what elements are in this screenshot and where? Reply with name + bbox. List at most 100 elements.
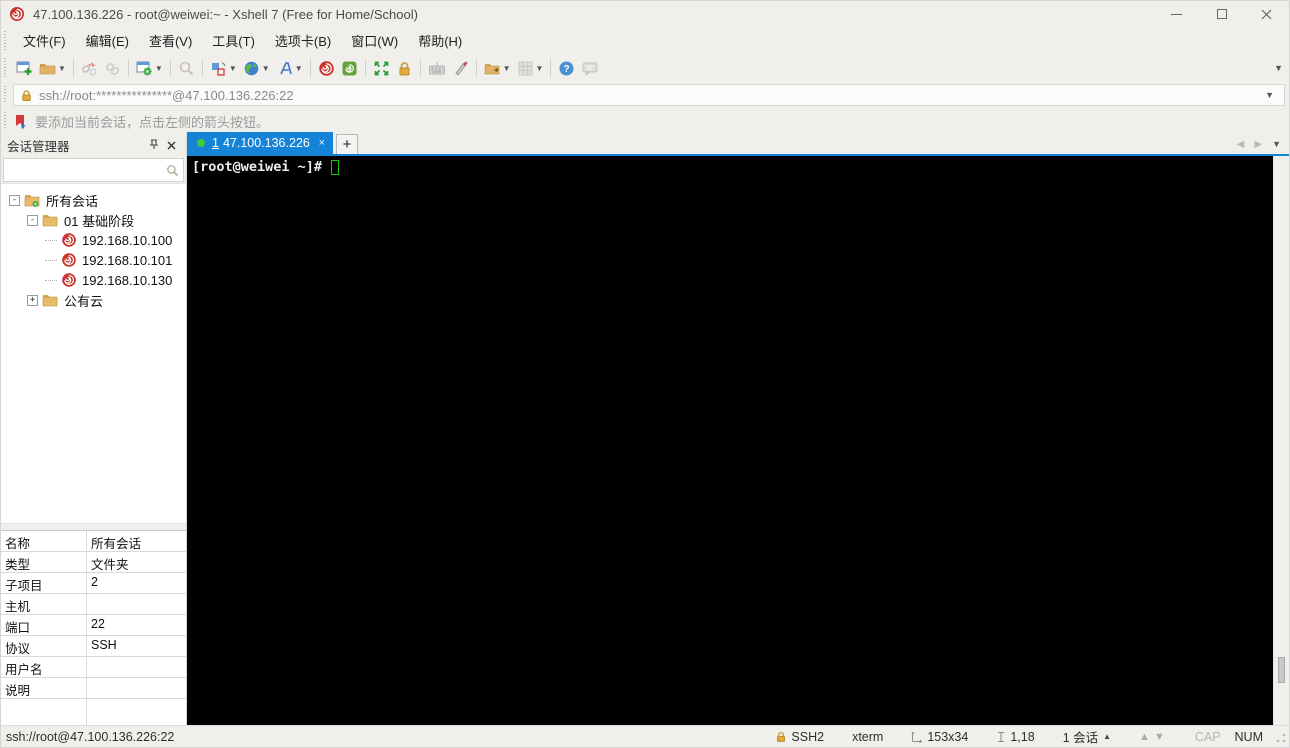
virtual-keyboard-button[interactable] [425,57,449,80]
layout-dropdown-arrow[interactable]: ▼ [229,64,237,73]
tab-list-dropdown-arrow[interactable]: ▼ [1272,139,1281,149]
terminal-screen[interactable]: [root@weiwei ~]# [187,156,1273,725]
menu-view[interactable]: 查看(V) [139,27,202,54]
new-tab-button[interactable]: + [336,134,358,154]
grid-dropdown-arrow[interactable]: ▼ [536,64,544,73]
font-button[interactable]: ▼ [273,57,306,80]
address-field[interactable]: ssh://root:***************@47.100.136.22… [13,84,1285,106]
address-dropdown-arrow[interactable]: ▼ [1261,90,1278,100]
properties-button[interactable]: ▼ [133,57,166,80]
xshell-logo-icon [10,7,24,21]
toolbar-overflow-arrow[interactable]: ▼ [1274,63,1283,73]
tree-node-label[interactable]: 01 基础阶段 [64,211,134,230]
fullscreen-button[interactable] [370,57,393,80]
collapse-icon[interactable]: - [27,214,38,226]
encoding-button[interactable]: ▼ [240,57,273,80]
new-folder-dropdown-arrow[interactable]: ▼ [503,64,511,73]
find-button[interactable] [175,57,198,80]
close-panel-button[interactable] [163,139,180,153]
menubar-grip[interactable] [4,31,9,50]
tree-node-label[interactable]: 192.168.10.130 [82,273,172,288]
menu-window[interactable]: 窗口(W) [341,27,408,54]
tree-node-label[interactable]: 192.168.10.101 [82,253,172,268]
scroll-up-icon[interactable]: ▲ [1139,731,1154,743]
tree-node-session-100[interactable]: 192.168.10.100 [1,230,186,250]
toolbar-grip[interactable] [4,58,9,78]
property-value[interactable] [87,678,186,698]
font-dropdown-arrow[interactable]: ▼ [295,64,303,73]
terminal-scrollbar[interactable] [1273,156,1289,725]
property-row: 端口 22 [1,615,186,636]
menu-help[interactable]: 帮助(H) [408,27,472,54]
xftp-button[interactable] [338,57,361,80]
fullscreen-icon [374,61,388,75]
disconnect-button[interactable] [78,57,101,80]
close-button[interactable] [1244,1,1289,27]
property-value[interactable] [87,657,186,677]
scrollbar-thumb[interactable] [1278,656,1285,683]
tree-node-session-101[interactable]: 192.168.10.101 [1,250,186,270]
scroll-down-icon[interactable]: ▼ [1154,731,1169,743]
tree-node-folder-base[interactable]: - 01 基础阶段 [1,210,186,230]
session-count-dropdown-arrow[interactable]: ▲ [1103,732,1111,741]
session-count-label: 1 会话 [1062,731,1099,745]
addressbar-grip[interactable] [4,85,9,105]
new-session-button[interactable] [13,57,36,80]
open-button[interactable]: ▼ [36,57,69,80]
tab-active[interactable]: 1 47.100.136.226 × [187,132,333,154]
tree-node-folder-cloud[interactable]: + 公有云 [1,290,186,310]
resize-grip[interactable] [1273,729,1287,744]
property-value[interactable]: 所有会话 [87,531,186,551]
tree-node-session-130[interactable]: 192.168.10.130 [1,270,186,290]
tree-node-label[interactable]: 公有云 [64,291,103,310]
info-bar: 要添加当前会话，点击左侧的箭头按钮。 [1,108,1289,134]
new-folder-button[interactable]: ▼ [481,57,514,80]
minimize-button[interactable] [1154,1,1199,27]
property-value[interactable]: SSH [87,636,186,656]
open-dropdown-arrow[interactable]: ▼ [58,64,66,73]
tab-close-icon[interactable]: × [319,137,325,149]
collapse-icon[interactable]: - [9,194,20,206]
panel-splitter[interactable] [1,523,186,530]
maximize-button[interactable] [1199,1,1244,27]
highlight-button[interactable] [449,57,472,80]
lock-button[interactable] [393,57,416,80]
address-url: ssh://root:***************@47.100.136.22… [39,87,294,103]
properties-dropdown-arrow[interactable]: ▼ [155,64,163,73]
xshell-button[interactable] [315,57,338,80]
feedback-button[interactable] [578,57,602,80]
open-folder-icon [39,63,56,74]
property-value[interactable] [87,594,186,614]
status-terminal-size[interactable]: 153x34 [911,730,968,744]
help-button[interactable]: ? [555,57,578,80]
property-value[interactable]: 2 [87,573,186,593]
status-protocol[interactable]: SSH2 [775,730,824,744]
highlight-pen-icon [454,60,468,76]
tree-node-all-sessions[interactable]: - 所有会话 [1,190,186,210]
status-terminal-type[interactable]: xterm [852,730,883,744]
pin-panel-button[interactable] [145,138,163,153]
reconnect-button[interactable] [101,57,124,80]
infobar-grip[interactable] [4,111,9,131]
layout-button[interactable]: ▼ [207,57,240,80]
session-search-input[interactable] [4,163,166,177]
menu-file[interactable]: 文件(F) [13,27,76,54]
status-session-count[interactable]: 1 会话 ▲ [1063,727,1111,746]
menu-tools[interactable]: 工具(T) [202,27,265,54]
property-value[interactable]: 文件夹 [87,552,186,572]
property-value[interactable]: 22 [87,615,186,635]
connected-status-dot [197,139,205,147]
menu-edit[interactable]: 编辑(E) [76,27,139,54]
tab-scroll-right-icon[interactable]: ▶ [1254,139,1262,150]
expand-icon[interactable]: + [27,294,38,306]
grid-icon [518,61,533,75]
tree-node-label[interactable]: 192.168.10.100 [82,233,172,248]
status-cursor-position[interactable]: 1,18 [996,730,1035,744]
grid-view-button[interactable]: ▼ [514,57,547,80]
menu-tabs[interactable]: 选项卡(B) [265,27,341,54]
session-search-box[interactable] [3,158,184,182]
tree-node-label[interactable]: 所有会话 [46,191,98,210]
tab-scroll-left-icon[interactable]: ◀ [1237,139,1245,150]
encoding-dropdown-arrow[interactable]: ▼ [262,64,270,73]
svg-text:?: ? [564,64,570,75]
